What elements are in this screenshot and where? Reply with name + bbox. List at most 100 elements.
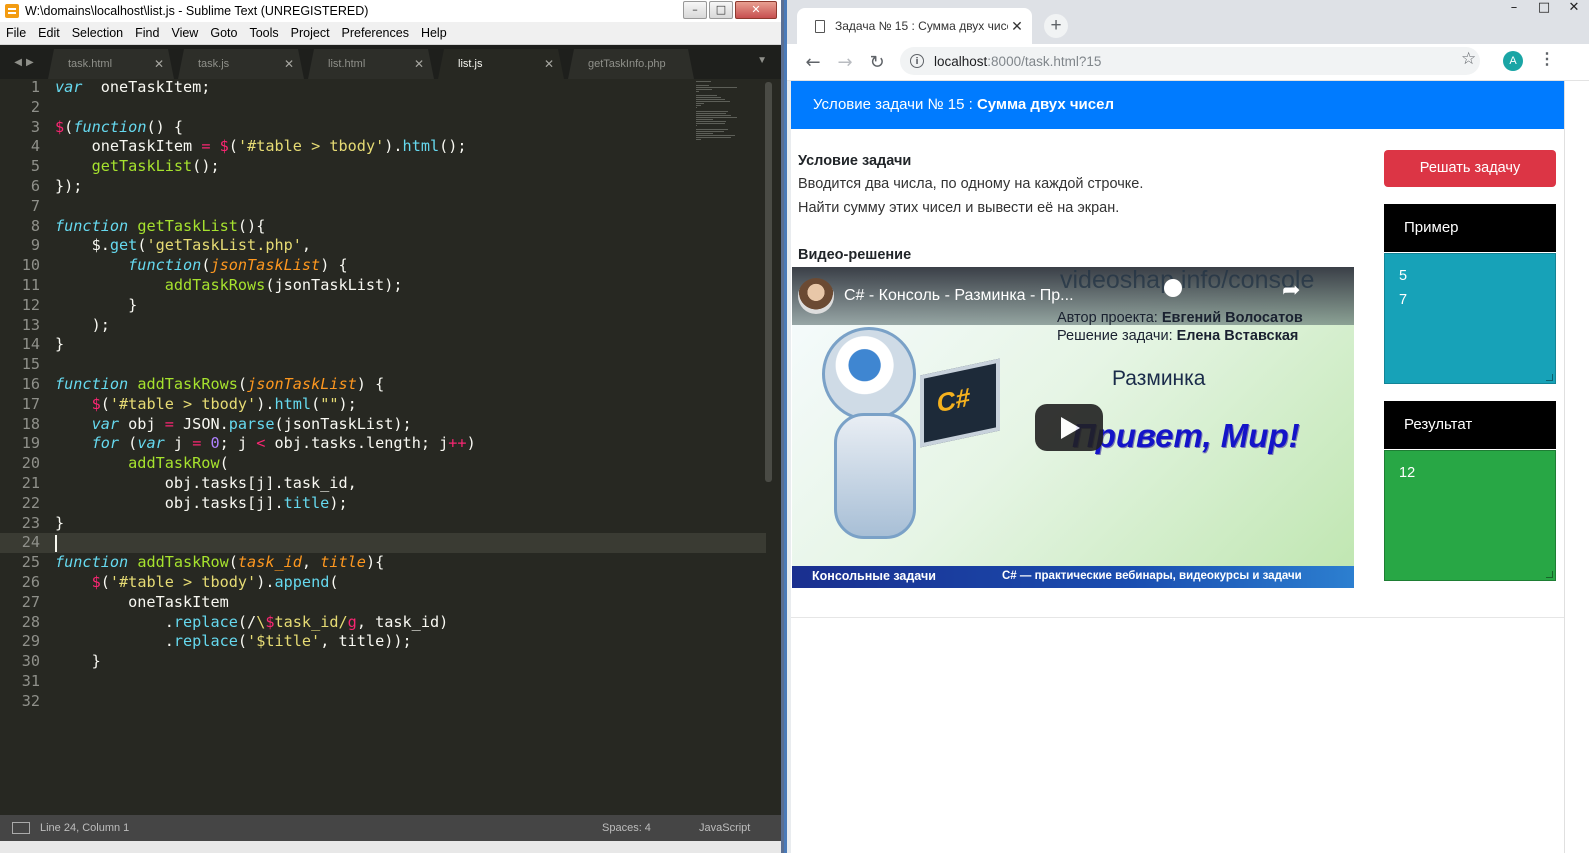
menu-tools[interactable]: Tools [243, 26, 284, 40]
tab-task-js[interactable]: task.js ✕ [178, 49, 304, 79]
close-icon[interactable]: ✕ [544, 57, 554, 71]
indentation-setting[interactable]: Spaces: 4 [602, 822, 699, 834]
menu-edit[interactable]: Edit [32, 26, 66, 40]
code-line[interactable]: function addTaskRows(jsonTaskList) { [55, 375, 476, 395]
more-menu-icon[interactable]: ⋮ [1539, 49, 1555, 69]
profile-avatar[interactable]: A [1503, 51, 1523, 71]
code-line[interactable]: ); [55, 316, 476, 336]
example-textarea[interactable]: 5 7 [1384, 253, 1556, 384]
code-line[interactable] [55, 672, 476, 692]
play-button[interactable] [1035, 404, 1103, 451]
code-line[interactable]: } [55, 296, 476, 316]
minimap[interactable] [696, 80, 744, 140]
line-number: 20 [21, 454, 40, 473]
bookmark-star-icon[interactable]: ☆ [1461, 49, 1476, 69]
code-token: ) { [356, 374, 385, 393]
menu-view[interactable]: View [165, 26, 204, 40]
video-title[interactable]: C# - Консоль - Разминка - Пр... [844, 287, 1074, 305]
close-icon[interactable]: ✕ [735, 1, 777, 19]
menu-file[interactable]: File [0, 26, 32, 40]
browser-tab[interactable]: Задача № 15 : Сумма двух чисе ✕ [797, 8, 1032, 44]
tab-gettaskinfo-php[interactable]: getTaskInfo.php [568, 49, 694, 79]
code-line[interactable]: } [55, 335, 476, 355]
code-line[interactable]: .replace(/\$task_id/g, task_id) [55, 613, 476, 633]
reload-icon[interactable]: ↻ [861, 52, 893, 73]
tab-dropdown-icon[interactable]: ▼ [757, 55, 767, 66]
code-line[interactable] [55, 355, 476, 375]
code-line[interactable] [55, 98, 476, 118]
code-line[interactable] [55, 692, 476, 712]
result-textarea[interactable]: 12 [1384, 450, 1556, 581]
code-token: ; j [219, 434, 257, 453]
code-line[interactable]: $('#table > tbody').append( [55, 573, 476, 593]
code-line[interactable]: $('#table > tbody').html(""); [55, 395, 476, 415]
back-icon[interactable]: ← [797, 52, 829, 73]
code-token: } [55, 513, 65, 532]
resize-grip-icon[interactable] [1546, 374, 1553, 381]
code-line[interactable]: oneTaskItem = $('#table > tbody').html()… [55, 137, 476, 157]
code-line[interactable]: } [55, 514, 476, 534]
code-line[interactable]: addTaskRow( [55, 454, 476, 474]
code-editor[interactable]: 1 2 3 4 5 6 7 8 9 10 11 12 13 14 15 16 17 18 19 20 21 22 23 24 2… [0, 78, 781, 814]
line-number: 27 [21, 592, 40, 611]
console-toggle-icon[interactable] [12, 822, 30, 834]
info-icon[interactable]: i [910, 54, 924, 68]
chevron-left-icon[interactable]: ◀ [14, 57, 22, 68]
forward-icon[interactable]: → [829, 52, 861, 73]
video-player[interactable]: videoshap.info/console C# - Консоль - Ра… [792, 267, 1354, 588]
menu-goto[interactable]: Goto [204, 26, 243, 40]
menu-find[interactable]: Find [129, 26, 165, 40]
code-line[interactable]: .replace('$title', title)); [55, 632, 476, 652]
code-line[interactable]: function addTaskRow(task_id, title){ [55, 553, 476, 573]
code-line[interactable]: $.get('getTaskList.php', [55, 236, 476, 256]
code-text[interactable]: var oneTaskItem; $(function() { oneTaskI… [55, 78, 476, 712]
resize-grip-icon[interactable] [1546, 571, 1553, 578]
close-icon[interactable]: ✕ [414, 57, 424, 71]
chevron-right-icon[interactable]: ▶ [26, 57, 34, 68]
minimize-icon[interactable]: – [1499, 0, 1529, 18]
code-line[interactable]: var oneTaskItem; [55, 78, 476, 98]
code-line[interactable] [55, 533, 476, 553]
code-line[interactable]: getTaskList(); [55, 157, 476, 177]
tab-task-html[interactable]: task.html ✕ [48, 49, 174, 79]
watch-later-icon[interactable] [1164, 279, 1182, 297]
solve-task-button[interactable]: Решать задачу [1384, 150, 1556, 187]
share-icon[interactable]: ➦ [1282, 277, 1300, 303]
menu-selection[interactable]: Selection [66, 26, 129, 40]
maximize-icon[interactable]: □ [1529, 0, 1559, 18]
tab-list-html[interactable]: list.html ✕ [308, 49, 434, 79]
line-number: 28 [21, 612, 40, 631]
code-line[interactable]: var obj = JSON.parse(jsonTaskList); [55, 415, 476, 435]
code-line[interactable]: oneTaskItem [55, 593, 476, 613]
code-line[interactable]: function(jsonTaskList) { [55, 256, 476, 276]
web-page: Условие задачи № 15 : Сумма двух чисел У… [787, 81, 1589, 853]
code-line[interactable] [55, 197, 476, 217]
address-bar[interactable]: i localhost :8000/task.html?15 [900, 47, 1480, 75]
code-line[interactable]: addTaskRows(jsonTaskList); [55, 276, 476, 296]
close-icon[interactable]: ✕ [154, 57, 164, 71]
example-line: 5 [1399, 268, 1408, 284]
code-token: . [55, 612, 174, 631]
menu-project[interactable]: Project [285, 26, 336, 40]
code-line[interactable]: }); [55, 177, 476, 197]
channel-avatar[interactable] [798, 278, 834, 314]
minimize-icon[interactable]: – [683, 1, 707, 19]
tab-scroll-arrows[interactable]: ◀ ▶ [0, 45, 48, 79]
code-line[interactable]: obj.tasks[j].title); [55, 494, 476, 514]
close-icon[interactable]: ✕ [284, 57, 294, 71]
syntax-selector[interactable]: JavaScript [699, 822, 781, 834]
menu-preferences[interactable]: Preferences [336, 26, 415, 40]
menu-help[interactable]: Help [415, 26, 453, 40]
vertical-scrollbar[interactable] [765, 82, 772, 482]
close-icon[interactable]: ✕ [1008, 18, 1026, 35]
maximize-icon[interactable]: □ [709, 1, 733, 19]
code-line[interactable]: } [55, 652, 476, 672]
tab-list-js[interactable]: list.js ✕ [438, 49, 564, 79]
code-line[interactable]: for (var j = 0; j < obj.tasks.length; j+… [55, 434, 476, 454]
new-tab-button[interactable]: + [1044, 14, 1068, 38]
code-line[interactable]: obj.tasks[j].task_id, [55, 474, 476, 494]
close-icon[interactable]: ✕ [1559, 0, 1589, 18]
code-line[interactable]: $(function() { [55, 118, 476, 138]
code-line[interactable]: function getTaskList(){ [55, 217, 476, 237]
